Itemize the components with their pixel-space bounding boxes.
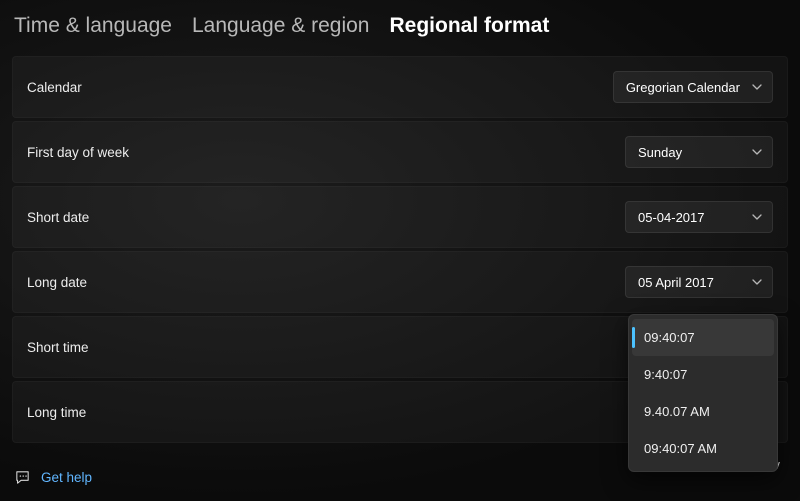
select-value: 05-04-2017 [638,210,705,225]
row-long-date: Long date 05 April 2017 [12,251,788,313]
short-date-select[interactable]: 05-04-2017 [625,201,773,233]
time-format-dropdown[interactable]: 09:40:07 9:40:07 9.40.07 AM 09:40:07 AM [628,314,778,472]
row-label: Short date [27,210,89,225]
select-value: Sunday [638,145,682,160]
breadcrumb-item-time-language[interactable]: Time & language [14,14,172,38]
row-label: First day of week [27,145,129,160]
dropdown-option[interactable]: 09:40:07 [632,319,774,356]
chat-help-icon [14,469,31,486]
long-date-select[interactable]: 05 April 2017 [625,266,773,298]
row-short-date: Short date 05-04-2017 [12,186,788,248]
first-day-select[interactable]: Sunday [625,136,773,168]
row-label: Long date [27,275,87,290]
breadcrumb: Time & language Language & region Region… [0,0,800,56]
dropdown-option[interactable]: 09:40:07 AM [632,430,774,467]
select-value: Gregorian Calendar [626,80,740,95]
chevron-down-icon [752,277,762,287]
row-first-day: First day of week Sunday [12,121,788,183]
dropdown-option[interactable]: 9.40.07 AM [632,393,774,430]
dropdown-option[interactable]: 9:40:07 [632,356,774,393]
help-label: Get help [41,470,92,485]
row-label: Long time [27,405,86,420]
chevron-down-icon [752,82,762,92]
breadcrumb-item-regional-format: Regional format [389,14,549,38]
row-label: Short time [27,340,89,355]
chevron-down-icon [752,147,762,157]
select-value: 05 April 2017 [638,275,714,290]
row-label: Calendar [27,80,82,95]
breadcrumb-item-language-region[interactable]: Language & region [192,14,370,38]
calendar-select[interactable]: Gregorian Calendar [613,71,773,103]
row-calendar: Calendar Gregorian Calendar [12,56,788,118]
get-help-link[interactable]: Get help [14,469,92,486]
chevron-down-icon [752,212,762,222]
